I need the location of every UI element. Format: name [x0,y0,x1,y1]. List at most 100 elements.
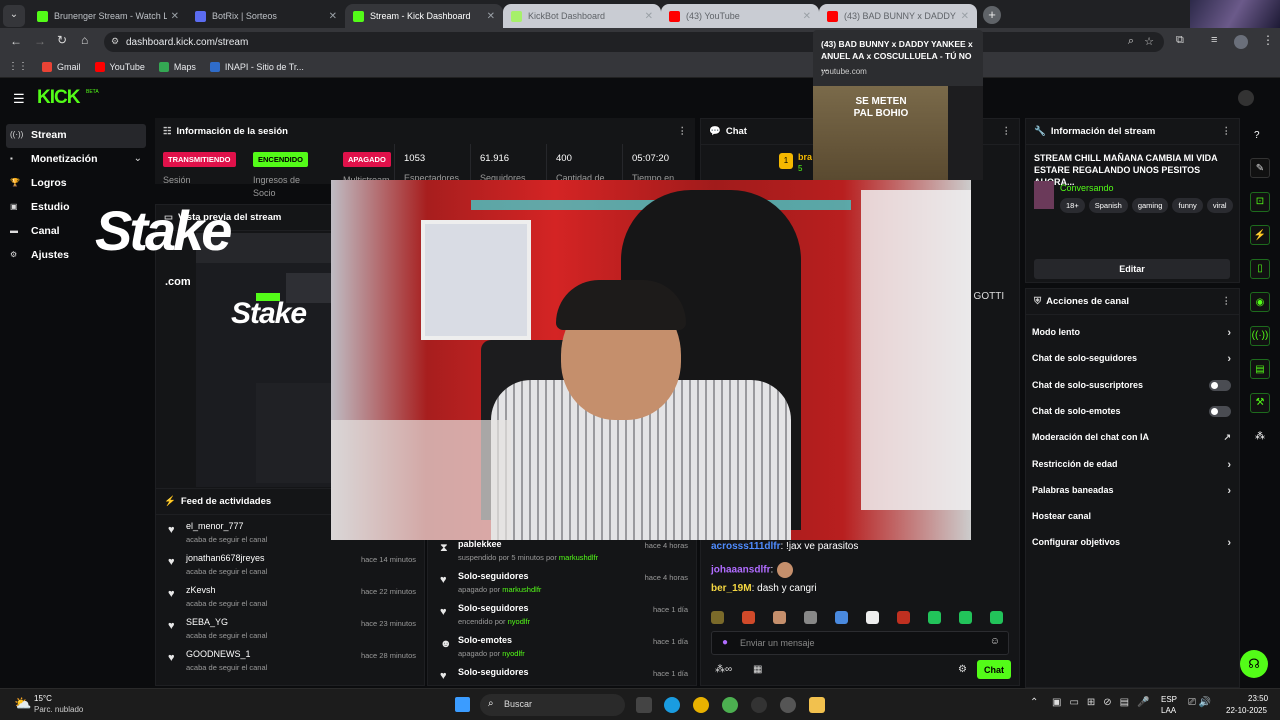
bookmark-item[interactable]: YouTube [94,61,145,72]
feed-user[interactable]: el_menor_777 [186,521,244,531]
emote-icon[interactable] [742,611,755,624]
task-view-icon[interactable] [636,697,652,713]
network-icon[interactable]: ⎚ 🔊 [1188,697,1211,708]
chat-settings-icon[interactable]: ⚙ [958,664,967,675]
stream-tag[interactable]: viral [1206,198,1233,213]
feed-user[interactable]: jonathan6678jreyes [186,553,265,563]
emote-icon[interactable] [928,611,941,624]
pencil-icon[interactable]: ✎ [1250,158,1270,178]
tray-arrow-icon[interactable]: ⌃ [1030,697,1038,708]
stream-tag[interactable]: 18+ [1060,198,1085,213]
tab-list-icon[interactable]: ⌄ [3,4,25,27]
edit-stream-button[interactable]: Editar [1034,259,1230,279]
mod-log-moderator[interactable]: nyodlfr [508,617,531,626]
emote-icon[interactable] [711,611,724,624]
reload-icon[interactable]: ↻ [57,33,67,47]
stream-info-menu-icon[interactable]: ⋮ [1222,126,1232,137]
channel-action[interactable]: Chat de solo-suscriptores [1032,379,1231,406]
channel-action[interactable]: Chat de solo-seguidores › [1032,353,1231,379]
channel-action[interactable]: Configurar objetivos › [1032,537,1231,563]
stream-tag[interactable]: Spanish [1088,198,1128,213]
chrome-active-icon[interactable] [722,697,738,713]
bookmark-item[interactable]: Maps [158,61,196,72]
feed-user[interactable]: GOODNEWS_1 [186,649,251,659]
home-icon[interactable]: ⌂ [81,33,88,47]
session-menu-icon[interactable]: ⋮ [678,126,688,137]
browser-tab[interactable]: Brunenger Stream - Watch Live ✕ [29,4,187,28]
apps-icon[interactable]: ⋮⋮ [8,61,28,72]
forward-icon[interactable]: → [34,34,46,48]
tab-close-icon[interactable]: ✕ [961,11,969,22]
channel-action[interactable]: Hostear canal [1032,511,1231,537]
browser-tab[interactable]: Stream - Kick Dashboard ✕ [345,4,503,28]
lang-code[interactable]: ESP [1161,695,1177,704]
toggle-switch[interactable] [1209,405,1231,417]
chat-tools-icon[interactable]: ⁂∞ [715,664,732,675]
browser-tab[interactable]: (43) YouTube ✕ [661,4,819,28]
stream-tag[interactable]: funny [1172,198,1203,213]
support-button[interactable]: ☊ [1240,650,1268,678]
emoji-icon[interactable]: ☺ [990,636,1000,647]
channel-action[interactable]: Restricción de edad › [1032,459,1231,485]
tab-close-icon[interactable]: ✕ [171,11,179,22]
chat-menu-icon[interactable]: ⋮ [1002,126,1012,137]
toggle-switch[interactable] [1209,379,1231,391]
emote-icon[interactable] [835,611,848,624]
explorer-icon[interactable] [809,697,825,713]
mod-log-moderator[interactable]: markushdlfr [502,585,541,594]
sidebar-item-2[interactable]: 🏆 Logros [6,172,146,196]
tab-close-icon[interactable]: ✕ [645,11,653,22]
feed-user[interactable]: zKevsh [186,585,216,595]
back-icon[interactable]: ← [10,34,22,48]
mod-log-moderator[interactable]: nyodlfr [502,649,525,658]
extensions-icon[interactable]: ⧉ [1176,34,1184,47]
chat-username[interactable]: johaaansdlfr [711,565,770,576]
emote-icon[interactable] [773,611,786,624]
feed-user[interactable]: SEBA_YG [186,617,228,627]
tab-close-icon[interactable]: ✕ [329,11,337,22]
browser-tab[interactable]: KickBot Dashboard ✕ [503,4,661,28]
chrome-icon[interactable] [693,697,709,713]
browser-tab[interactable]: BotRix | Sorteos ✕ [187,4,345,28]
new-tab-button[interactable]: + [983,6,1001,24]
tab-close-icon[interactable]: ✕ [487,11,495,22]
clock-time[interactable]: 23:50 [1248,694,1268,703]
menu-icon[interactable]: ⋮ [1262,33,1274,47]
chat-bubble-icon[interactable]: ◉ [1250,292,1270,312]
bookmark-star-icon[interactable]: ☆ [1144,35,1154,48]
chat-send-button[interactable]: Chat [977,660,1011,679]
tray-icons[interactable]: ▣▭⊞⊘▤🎤 [1052,697,1158,708]
edge-icon[interactable] [664,697,680,713]
chat-username[interactable]: acrosss111dlfr [711,541,781,552]
emote-icon[interactable] [959,611,972,624]
emote-icon[interactable] [804,611,817,624]
bookmark-item[interactable]: INAPI - Sitio de Tr... [209,61,304,72]
channel-action[interactable]: Palabras baneadas › [1032,485,1231,511]
user-avatar[interactable] [1238,90,1254,106]
mic-icon[interactable]: ● [722,637,728,648]
scan-icon[interactable]: ⊡ [1250,191,1270,212]
tool-icon[interactable]: ⚒ [1250,392,1270,413]
taskbar-search[interactable]: ⌕ Buscar [480,694,625,716]
bookmark-item[interactable]: Gmail [42,61,81,72]
store-icon[interactable]: ▦ [753,664,762,675]
emote-icon[interactable] [897,611,910,624]
address-bar[interactable]: ⚙ dashboard.kick.com/stream ⌕ ☆ [104,32,1164,52]
people-icon[interactable]: ⁂ [1250,426,1270,446]
media-player-icon[interactable] [780,697,796,713]
channel-action[interactable]: Chat de solo-emotes [1032,405,1231,432]
chat-input[interactable]: ● Enviar un mensaje ☺ [711,631,1009,655]
mod-log-moderator[interactable]: markushdlfr [559,553,598,562]
obs-icon[interactable] [751,697,767,713]
stream-tag[interactable]: gaming [1131,198,1169,213]
hamburger-icon[interactable]: ☰ [13,91,25,107]
card-icon[interactable]: ▯ [1250,258,1270,279]
chat-username[interactable]: ber_19M [711,583,752,594]
sidebar-item-0[interactable]: ((·)) Stream [6,124,146,148]
help-icon[interactable]: ? [1254,130,1260,141]
tab-close-icon[interactable]: ✕ [803,11,811,22]
channel-action[interactable]: Moderación del chat con IA ↗ [1032,432,1231,458]
weather-icon[interactable]: ⛅ [14,695,31,712]
broadcast-icon[interactable]: ((·)) [1250,325,1270,346]
site-info-icon[interactable]: ⚙ [111,36,119,47]
